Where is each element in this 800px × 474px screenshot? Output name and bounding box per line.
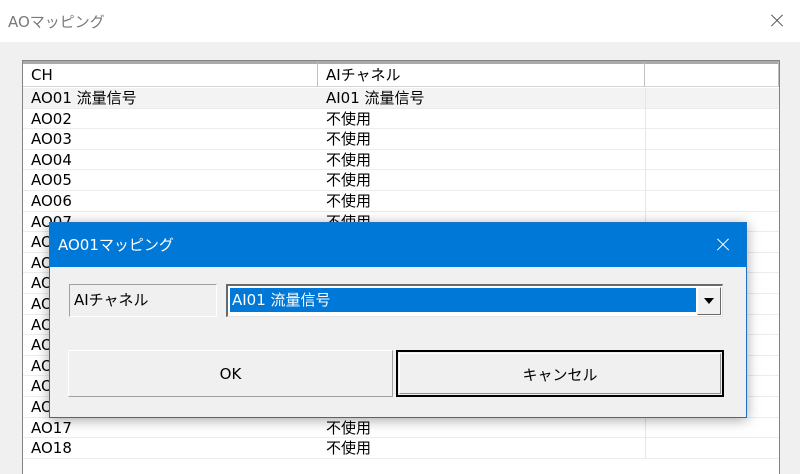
cell-empty <box>645 170 779 191</box>
cell-empty <box>645 149 779 171</box>
ai-channel-selected-value: AI01 流量信号 <box>230 288 696 312</box>
ai-channel-select[interactable]: AI01 流量信号 <box>226 284 723 317</box>
chevron-down-icon <box>704 298 714 304</box>
cell-ai-channel: 不使用 <box>318 170 645 191</box>
table-row[interactable]: AO05 不使用 <box>23 170 779 191</box>
table-row[interactable]: AO02 不使用 <box>23 108 779 130</box>
close-icon <box>716 238 730 252</box>
cell-ai-channel: AI01 流量信号 <box>318 88 645 109</box>
dialog-close-button[interactable] <box>700 223 746 267</box>
window-close-button[interactable] <box>754 0 800 42</box>
cell-ch: AO05 <box>23 170 318 191</box>
cell-ch: AO17 <box>23 418 318 439</box>
window-title-bar: AOマッピング <box>0 0 800 42</box>
cell-empty <box>645 108 779 130</box>
cell-ai-channel: 不使用 <box>318 129 645 150</box>
list-header: CH AIチャネル <box>23 61 779 87</box>
close-icon <box>770 14 784 28</box>
cell-ai-channel: 不使用 <box>318 191 645 212</box>
mapping-dialog: AO01マッピング AIチャネル AI01 流量信号 OK キャンセル <box>49 222 747 418</box>
dialog-title-bar: AO01マッピング <box>50 223 746 267</box>
window-title: AOマッピング <box>8 13 105 31</box>
cell-empty <box>645 88 779 109</box>
cell-empty <box>645 129 779 150</box>
cell-ch: AO04 <box>23 150 318 171</box>
cell-ai-channel: 不使用 <box>318 150 645 171</box>
cell-ch: AO18 <box>23 438 318 459</box>
table-row[interactable]: AO06 不使用 <box>23 190 779 212</box>
cell-empty <box>645 190 779 212</box>
cell-ch: AO01 流量信号 <box>23 88 318 109</box>
dialog-title: AO01マッピング <box>58 236 174 254</box>
table-row[interactable]: AO04 不使用 <box>23 149 779 171</box>
column-header-ai-channel[interactable]: AIチャネル <box>318 61 645 87</box>
cell-ch: AO06 <box>23 191 318 212</box>
cell-empty <box>645 417 779 439</box>
dropdown-button[interactable] <box>697 287 721 315</box>
cell-ai-channel: 不使用 <box>318 438 645 459</box>
column-header-empty[interactable] <box>645 61 779 87</box>
cancel-button[interactable]: キャンセル <box>396 350 724 397</box>
table-row[interactable]: AO17 不使用 <box>23 417 779 439</box>
ai-channel-label: AIチャネル <box>69 284 217 317</box>
cancel-button-label: キャンセル <box>522 366 598 384</box>
cell-ai-channel: 不使用 <box>318 109 645 130</box>
cell-ch: AO03 <box>23 129 318 150</box>
cell-ch: AO02 <box>23 109 318 130</box>
column-header-ch[interactable]: CH <box>23 61 318 87</box>
ok-button[interactable]: OK <box>68 350 393 397</box>
cell-empty <box>645 438 779 459</box>
table-row[interactable]: AO01 流量信号 AI01 流量信号 <box>23 88 779 109</box>
cell-ai-channel: 不使用 <box>318 418 645 439</box>
table-row[interactable]: AO03 不使用 <box>23 129 779 150</box>
table-row[interactable]: AO18 不使用 <box>23 438 779 459</box>
